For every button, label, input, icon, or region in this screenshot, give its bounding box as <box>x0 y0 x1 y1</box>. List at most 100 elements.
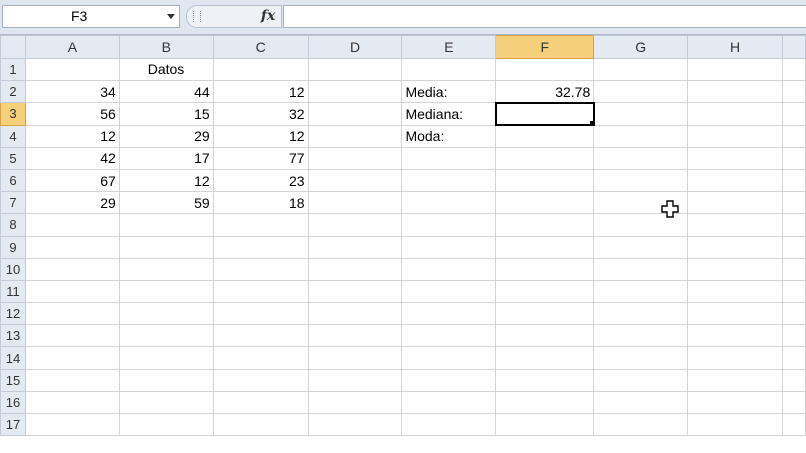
cell-d12[interactable] <box>307 302 403 326</box>
cell-h12[interactable] <box>687 302 783 326</box>
cell-h15[interactable] <box>687 368 783 392</box>
row-header-2[interactable]: 2 <box>0 80 26 104</box>
cell-a7[interactable]: 29 <box>24 191 120 215</box>
cell-c15[interactable] <box>212 368 309 392</box>
formula-input[interactable] <box>283 5 806 28</box>
cell-e11[interactable] <box>401 279 497 304</box>
cell-i15[interactable] <box>781 368 806 392</box>
cell-d7[interactable] <box>307 191 403 215</box>
cell-d9[interactable] <box>307 235 403 259</box>
cell-h6[interactable] <box>687 168 783 193</box>
cell-e1[interactable] <box>401 57 497 82</box>
name-box[interactable]: F3 <box>2 5 180 28</box>
select-all-corner[interactable] <box>0 35 26 59</box>
cell-a4[interactable]: 12 <box>24 124 120 148</box>
cell-i1[interactable] <box>781 57 806 82</box>
cell-g16[interactable] <box>593 390 689 415</box>
cell-c2[interactable]: 12 <box>212 80 309 104</box>
cell-g4[interactable] <box>593 124 689 148</box>
cell-g9[interactable] <box>593 235 689 259</box>
row-header-4[interactable]: 4 <box>0 124 26 148</box>
cell-i10[interactable] <box>781 257 806 281</box>
cell-h4[interactable] <box>687 124 783 148</box>
cell-f13[interactable] <box>495 324 595 348</box>
row-header-10[interactable]: 10 <box>0 257 26 281</box>
cell-d5[interactable] <box>307 146 403 170</box>
cell-b5[interactable]: 17 <box>118 146 214 170</box>
cell-i6[interactable] <box>781 168 806 193</box>
cell-a3[interactable]: 56 <box>24 102 120 126</box>
cell-c6[interactable]: 23 <box>212 168 309 193</box>
cell-f14[interactable] <box>495 346 595 370</box>
cell-a2[interactable]: 34 <box>24 80 120 104</box>
cell-f16[interactable] <box>495 390 595 415</box>
cell-c5[interactable]: 77 <box>212 146 309 170</box>
cell-b8[interactable] <box>118 213 214 237</box>
cell-h8[interactable] <box>687 213 783 237</box>
column-header-d[interactable]: D <box>307 35 403 59</box>
column-header-b[interactable]: B <box>118 35 214 59</box>
column-header-g[interactable]: G <box>593 35 689 59</box>
cell-a8[interactable] <box>24 213 120 237</box>
cell-e16[interactable] <box>401 390 497 415</box>
row-header-1[interactable]: 1 <box>0 57 26 82</box>
row-header-15[interactable]: 15 <box>0 368 26 392</box>
row-header-11[interactable]: 11 <box>0 279 26 304</box>
cell-e2[interactable]: Media: <box>401 80 497 104</box>
cell-b11[interactable] <box>118 279 214 304</box>
cell-c11[interactable] <box>212 279 309 304</box>
column-header-c[interactable]: C <box>212 35 309 59</box>
grip-icon[interactable] <box>193 11 201 22</box>
row-header-17[interactable]: 17 <box>0 412 26 437</box>
cell-i5[interactable] <box>781 146 806 170</box>
cell-a14[interactable] <box>24 346 120 370</box>
cell-i7[interactable] <box>781 191 806 215</box>
cell-a11[interactable] <box>24 279 120 304</box>
cell-f15[interactable] <box>495 368 595 392</box>
cell-a13[interactable] <box>24 324 120 348</box>
cell-d14[interactable] <box>307 346 403 370</box>
cell-d16[interactable] <box>307 390 403 415</box>
cell-g14[interactable] <box>593 346 689 370</box>
cell-a1[interactable] <box>24 57 120 82</box>
row-header-16[interactable]: 16 <box>0 390 26 415</box>
cell-b6[interactable]: 12 <box>118 168 214 193</box>
cell-d6[interactable] <box>307 168 403 193</box>
cell-f10[interactable] <box>495 257 595 281</box>
cell-d2[interactable] <box>307 80 403 104</box>
cell-a9[interactable] <box>24 235 120 259</box>
cell-b7[interactable]: 59 <box>118 191 214 215</box>
cell-h2[interactable] <box>687 80 783 104</box>
cell-i17[interactable] <box>781 412 806 437</box>
cell-f5[interactable] <box>495 146 595 170</box>
column-header-e[interactable]: E <box>401 35 497 59</box>
cell-e10[interactable] <box>401 257 497 281</box>
cell-g3[interactable] <box>593 102 689 126</box>
cell-g17[interactable] <box>593 412 689 437</box>
cell-g13[interactable] <box>593 324 689 348</box>
column-header-f[interactable]: F <box>495 35 595 59</box>
chevron-down-icon[interactable] <box>167 14 175 19</box>
cell-a10[interactable] <box>24 257 120 281</box>
row-header-7[interactable]: 7 <box>0 191 26 215</box>
cell-c1[interactable] <box>212 57 309 82</box>
fill-handle[interactable] <box>588 120 592 124</box>
cell-i14[interactable] <box>781 346 806 370</box>
cell-a12[interactable] <box>24 302 120 326</box>
cell-d3[interactable] <box>307 102 403 126</box>
cell-b4[interactable]: 29 <box>118 124 214 148</box>
cell-f6[interactable] <box>495 168 595 193</box>
cell-e15[interactable] <box>401 368 497 392</box>
cell-c8[interactable] <box>212 213 309 237</box>
cell-h14[interactable] <box>687 346 783 370</box>
row-header-3[interactable]: 3 <box>0 102 26 126</box>
row-header-13[interactable]: 13 <box>0 324 26 348</box>
cell-d4[interactable] <box>307 124 403 148</box>
cell-b16[interactable] <box>118 390 214 415</box>
cell-h9[interactable] <box>687 235 783 259</box>
cell-b13[interactable] <box>118 324 214 348</box>
cell-i16[interactable] <box>781 390 806 415</box>
cell-h1[interactable] <box>687 57 783 82</box>
cell-a17[interactable] <box>24 412 120 437</box>
cell-e3[interactable]: Mediana: <box>401 102 497 126</box>
